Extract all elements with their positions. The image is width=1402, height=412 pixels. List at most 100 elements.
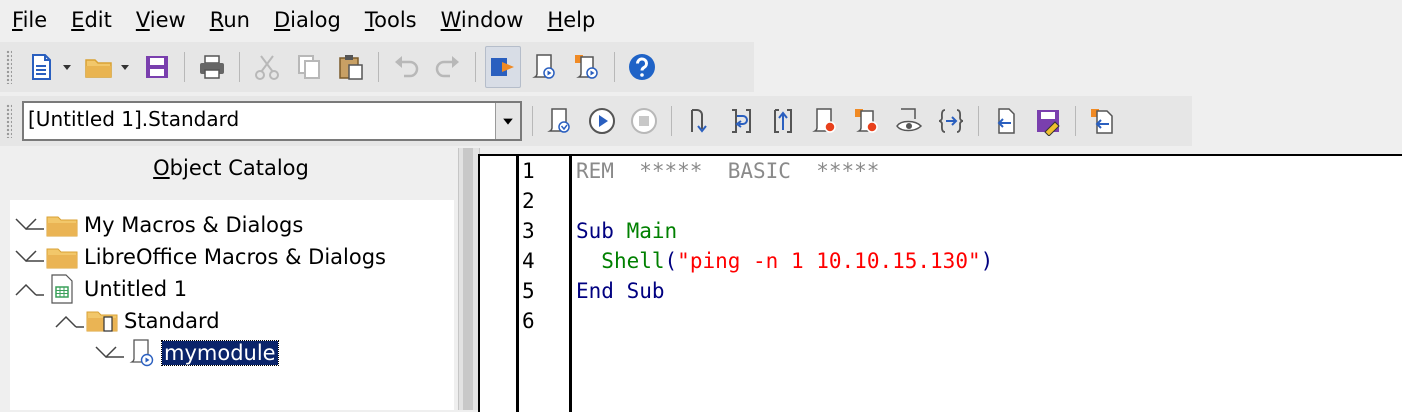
enable-watch-button[interactable]	[891, 100, 927, 142]
code-line[interactable]: End Sub	[576, 276, 665, 306]
code-token: End Sub	[576, 279, 665, 303]
library-selector-dropdown[interactable]	[495, 103, 520, 139]
redo-icon	[435, 56, 459, 78]
undo-button[interactable]	[388, 46, 424, 88]
stop-icon	[631, 108, 657, 134]
code-line[interactable]: Shell("ping -n 1 10.10.15.130")	[576, 246, 993, 276]
menu-dialog[interactable]: Dialog	[262, 0, 353, 40]
copy-button[interactable]	[291, 46, 327, 88]
menu-run[interactable]: Run	[198, 0, 262, 40]
compile-button[interactable]	[542, 100, 578, 142]
panel-splitter[interactable]	[458, 148, 480, 410]
object-catalog-icon	[491, 58, 514, 76]
tree-node-libreoffice-macros[interactable]: LibreOffice Macros & Dialogs	[10, 242, 388, 272]
tree-node-untitled-1[interactable]: Untitled 1	[10, 274, 189, 304]
object-catalog-panel: Object Catalog My Macros & Dialogs Libre…	[0, 148, 466, 410]
print-button[interactable]	[194, 46, 230, 88]
code-line[interactable]: REM ***** BASIC *****	[576, 156, 879, 186]
menu-help[interactable]: Help	[535, 0, 607, 40]
tree-node-label: Standard	[124, 309, 220, 333]
save-icon	[146, 56, 168, 78]
open-dropdown-arrow[interactable]	[120, 47, 130, 87]
line-number: 3	[522, 219, 535, 243]
new-dropdown-arrow[interactable]	[62, 47, 72, 87]
code-line[interactable]: Sub Main	[576, 216, 677, 246]
organize-macros-button[interactable]	[569, 46, 605, 88]
basic-module-icon	[124, 338, 160, 368]
object-catalog-title: Object Catalog	[153, 156, 309, 180]
menu-view[interactable]: View	[124, 0, 198, 40]
redo-button[interactable]	[430, 46, 466, 88]
toolbar-separator	[184, 52, 185, 82]
save-button[interactable]	[139, 46, 175, 88]
insert-basic-source-button[interactable]	[988, 100, 1024, 142]
step-out-icon	[774, 109, 792, 133]
tree-node-my-macros[interactable]: My Macros & Dialogs	[10, 210, 305, 240]
step-over-button[interactable]	[723, 100, 759, 142]
step-into-button[interactable]	[681, 100, 717, 142]
expander-expanded-icon[interactable]	[10, 274, 44, 304]
menu-edit[interactable]: Edit	[59, 0, 124, 40]
cut-button[interactable]	[249, 46, 285, 88]
expander-collapsed-icon[interactable]	[10, 210, 44, 240]
line-number: 5	[522, 279, 535, 303]
basic-code-editor[interactable]: 1 2 3 4 5 6 REM ***** BASIC ***** Sub Mai…	[478, 154, 1402, 412]
new-document-button[interactable]	[23, 46, 59, 88]
library-selector[interactable]: [Untitled 1].Standard	[22, 101, 522, 141]
save-source-icon	[1037, 110, 1060, 136]
breakpoint-button[interactable]	[807, 100, 843, 142]
import-dialog-button[interactable]	[1085, 100, 1121, 142]
manage-breakpoints-icon	[855, 109, 878, 133]
breakpoint-margin[interactable]	[480, 156, 519, 412]
save-basic-source-button[interactable]	[1030, 100, 1066, 142]
menu-window[interactable]: Window	[429, 0, 536, 40]
stop-button[interactable]	[626, 100, 662, 142]
basic-ide-button[interactable]	[485, 46, 521, 88]
code-token: "ping -n 1 10.10.15.130"	[677, 249, 981, 273]
tree-node-mymodule[interactable]: mymodule	[90, 338, 279, 368]
scissors-icon	[255, 55, 279, 80]
braces-icon	[938, 109, 964, 133]
step-into-icon	[691, 109, 707, 133]
toolbar-separator	[671, 106, 672, 136]
line-number: 1	[522, 159, 535, 183]
step-out-button[interactable]	[765, 100, 801, 142]
paste-button[interactable]	[333, 46, 369, 88]
copy-icon	[298, 55, 320, 79]
line-number: 4	[522, 249, 535, 273]
open-button[interactable]	[81, 46, 117, 88]
find-parentheses-button[interactable]	[933, 100, 969, 142]
expander-collapsed-icon[interactable]	[10, 242, 44, 272]
code-text-area[interactable]: REM ***** BASIC ***** Sub Main Shell("pin…	[576, 156, 1402, 412]
macro-organizer-icon	[575, 55, 598, 79]
help-button[interactable]	[624, 46, 660, 88]
macro-scroll-icon	[532, 54, 555, 79]
expander-collapsed-icon[interactable]	[90, 338, 124, 368]
tree-node-label-selected: mymodule	[161, 340, 279, 366]
menu-tools[interactable]: Tools	[353, 0, 429, 40]
object-catalog-tree[interactable]: My Macros & Dialogs LibreOffice Macros &…	[10, 200, 454, 410]
expander-expanded-icon[interactable]	[50, 306, 84, 336]
toolbar-separator	[475, 52, 476, 82]
tree-node-standard[interactable]: Standard	[50, 306, 222, 336]
code-token: REM ***** BASIC *****	[576, 159, 880, 183]
toolbar-grip[interactable]	[6, 50, 12, 84]
chevron-down-icon	[503, 118, 513, 125]
tree-node-label: My Macros & Dialogs	[84, 213, 304, 237]
line-number: 2	[522, 189, 535, 213]
toolbar-grip[interactable]	[6, 104, 12, 138]
toolbar-separator	[239, 52, 240, 82]
help-icon	[629, 54, 655, 80]
library-selector-value: [Untitled 1].Standard	[28, 107, 240, 131]
select-macro-button[interactable]	[527, 46, 563, 88]
menu-file[interactable]: File	[0, 0, 59, 40]
run-button[interactable]	[584, 100, 620, 142]
watch-eye-icon	[896, 108, 923, 132]
manage-breakpoints-button[interactable]	[849, 100, 885, 142]
library-folder-icon	[84, 306, 120, 336]
breakpoint-icon	[812, 108, 836, 133]
paste-icon	[339, 55, 363, 80]
code-token: (	[664, 249, 678, 273]
run-icon	[589, 108, 615, 134]
line-number: 6	[522, 309, 535, 333]
